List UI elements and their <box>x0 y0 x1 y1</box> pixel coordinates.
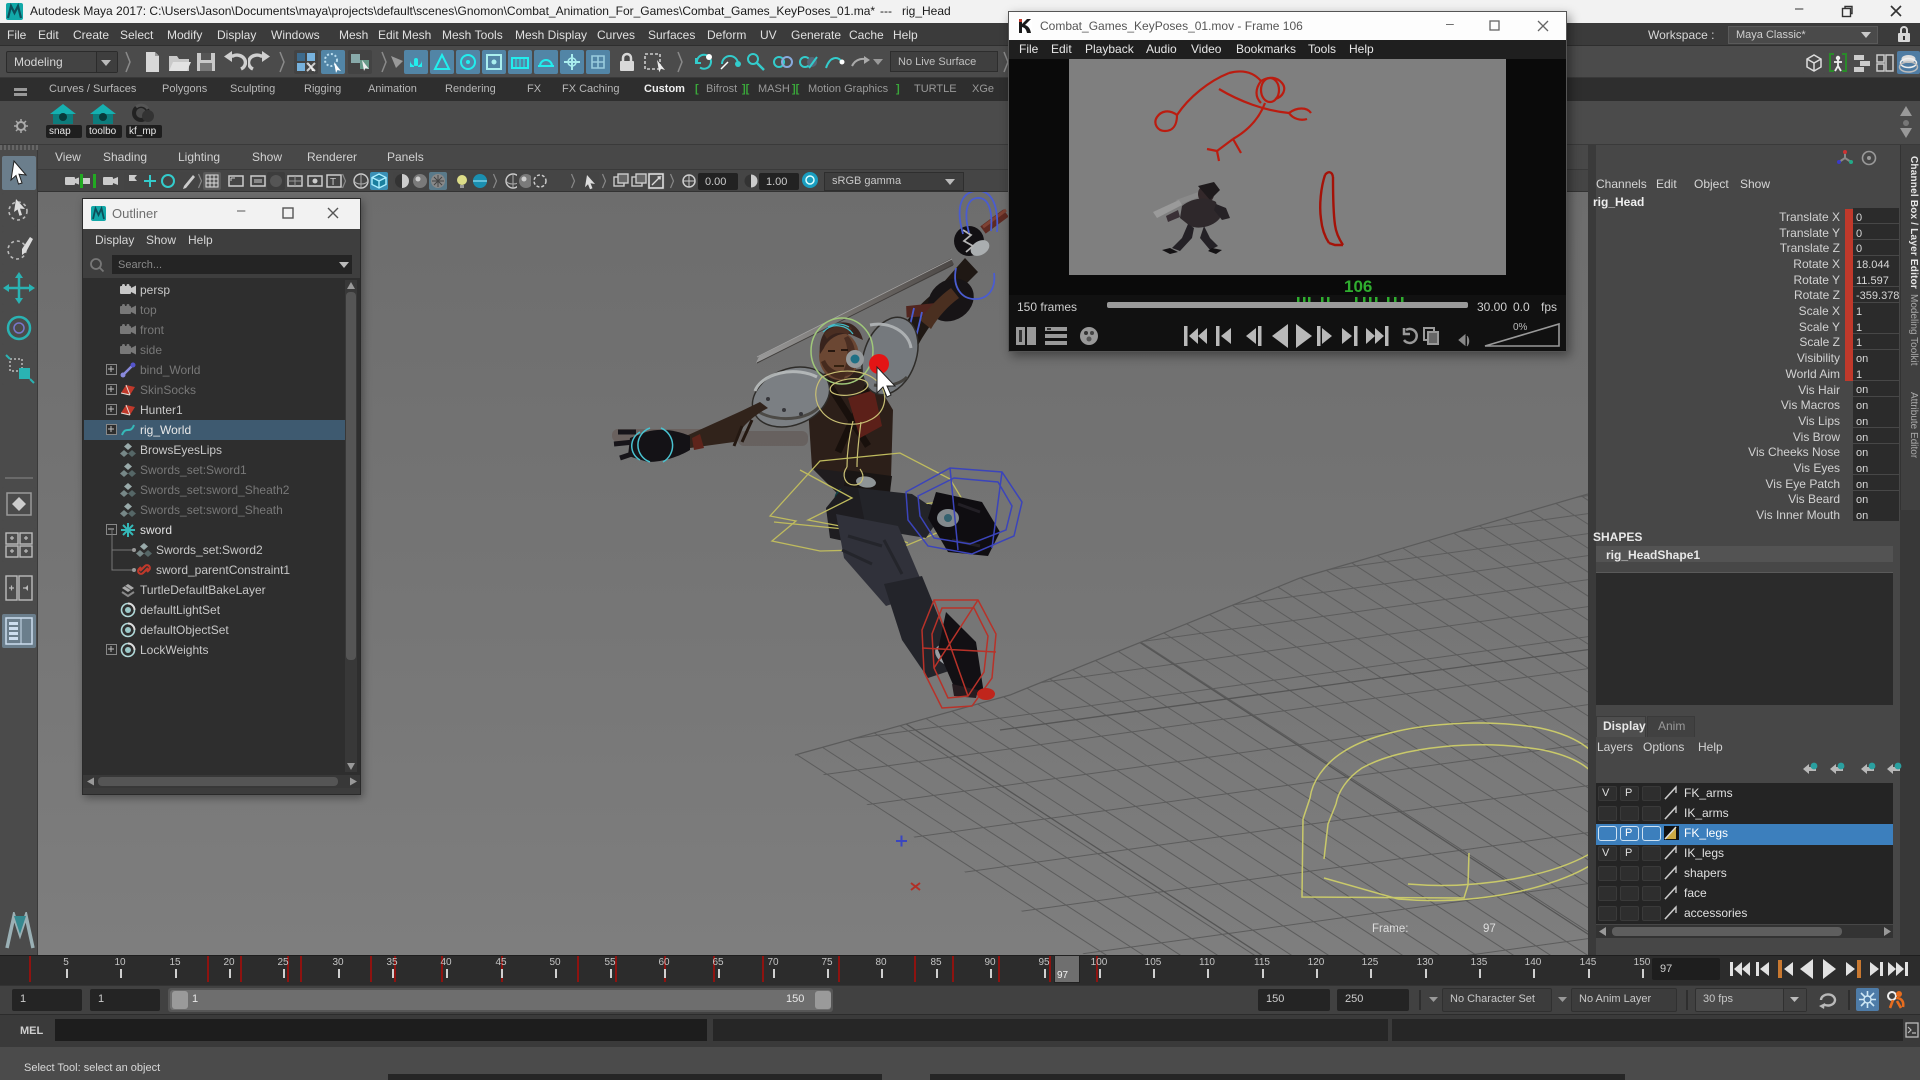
svg-text:T: T <box>330 177 336 188</box>
svg-text:Frame:: Frame: <box>1372 923 1408 935</box>
svg-text:97: 97 <box>1483 923 1496 935</box>
svg-text:0%: 0% <box>1513 322 1528 333</box>
